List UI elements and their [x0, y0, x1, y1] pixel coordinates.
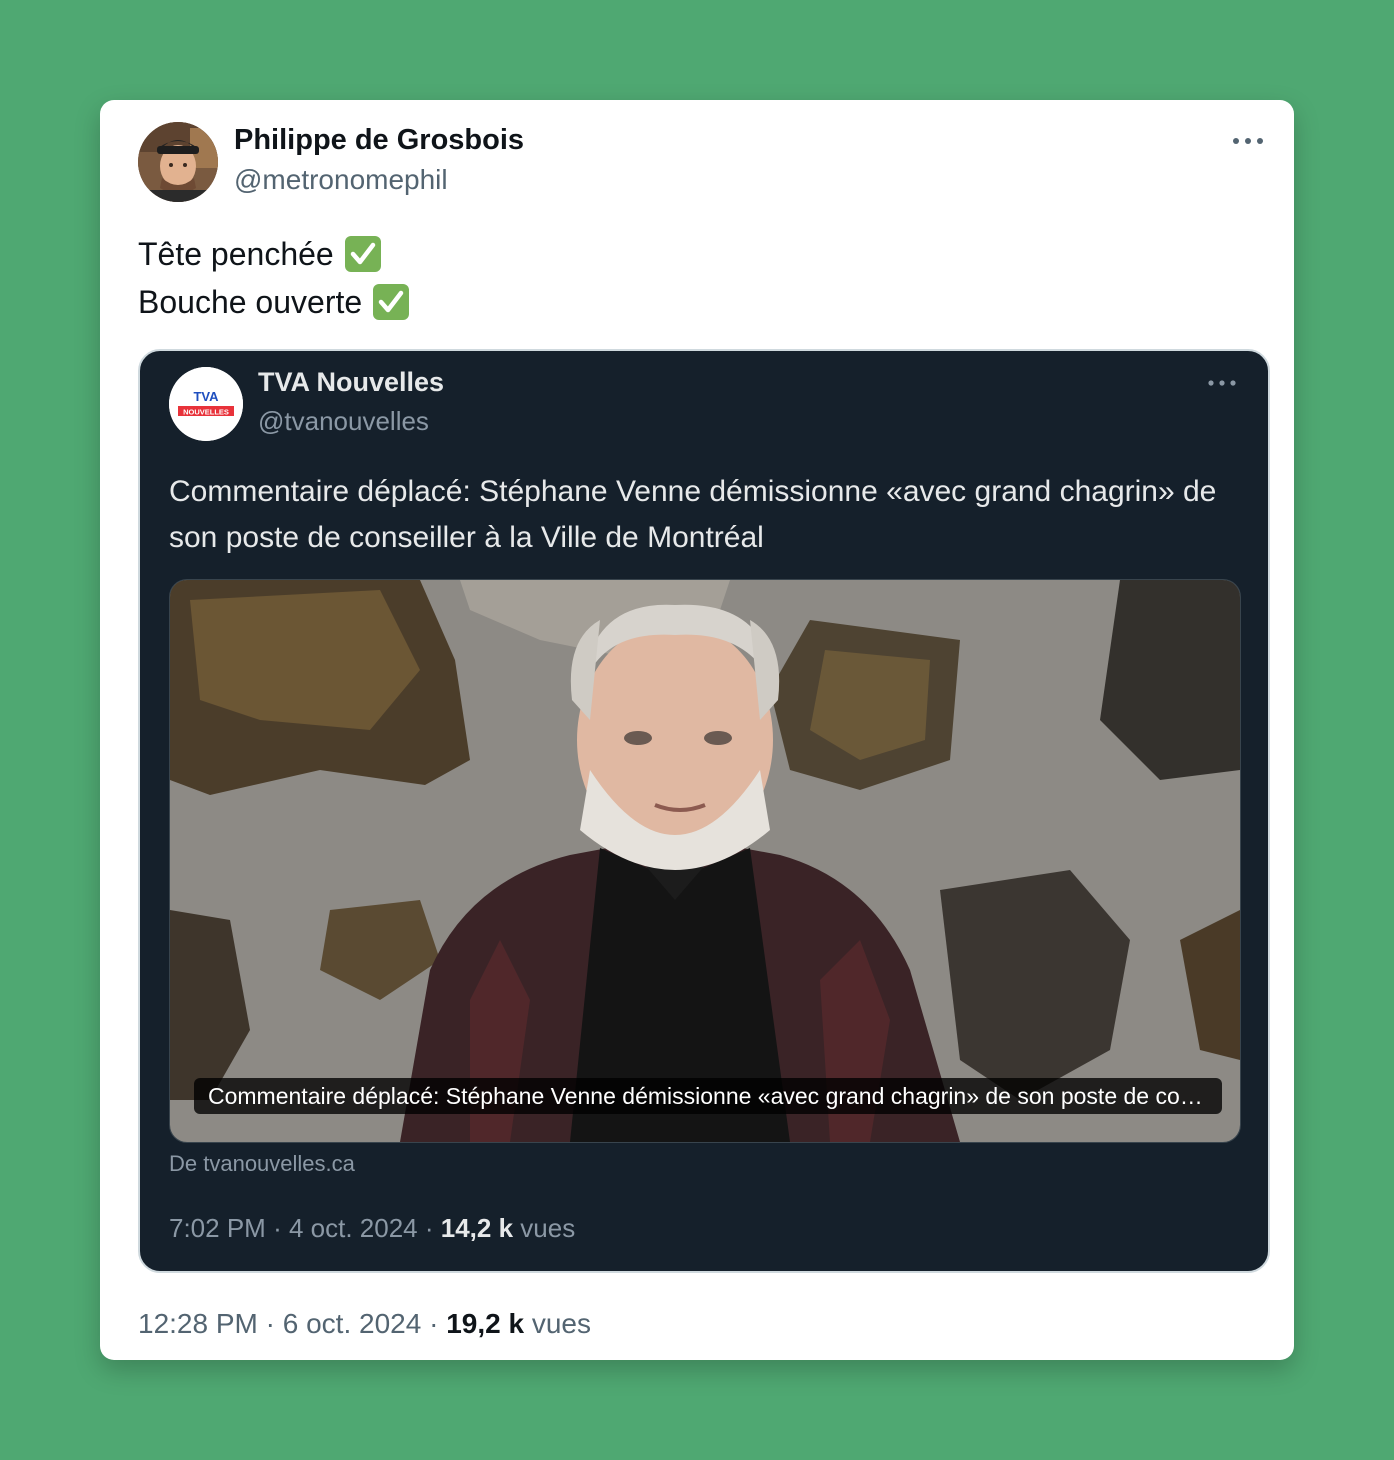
- quoted-author-name[interactable]: TVA Nouvelles: [258, 367, 444, 398]
- separator: ·: [265, 1308, 275, 1339]
- tweet-views-label: vues: [531, 1308, 591, 1339]
- quoted-headline: Commentaire déplacé: Stéphane Venne démi…: [169, 475, 1217, 554]
- more-dots-icon: [1233, 138, 1263, 144]
- tweet-views-count: 19,2 k: [446, 1308, 525, 1339]
- tweet-date[interactable]: 6 oct. 2024: [283, 1308, 422, 1339]
- author-name[interactable]: Philippe de Grosbois: [234, 124, 524, 157]
- tweet-line: Tête penchée: [138, 230, 410, 278]
- quoted-meta: 7:02 PM · 4 oct. 2024 · 14,2 k vues: [169, 1213, 575, 1244]
- tva-nouvelles-logo: TVA NOUVELLES: [169, 367, 243, 441]
- quoted-tweet[interactable]: TVA NOUVELLES TVA Nouvelles @tvanouvelle…: [138, 349, 1270, 1273]
- more-options-button[interactable]: [1228, 126, 1268, 156]
- quoted-media-card[interactable]: Commentaire déplacé: Stéphane Venne démi…: [169, 579, 1241, 1143]
- quoted-time[interactable]: 7:02 PM: [169, 1213, 266, 1243]
- quoted-date[interactable]: 4 oct. 2024: [289, 1213, 418, 1243]
- tweet-line: Bouche ouverte: [138, 278, 410, 326]
- tweet-meta: 12:28 PM · 6 oct. 2024 · 19,2 k vues: [138, 1308, 591, 1340]
- quoted-source-link[interactable]: De tvanouvelles.ca: [169, 1151, 355, 1177]
- tweet-text: Tête penchée Bouche ouverte: [138, 230, 410, 326]
- separator: ·: [429, 1308, 439, 1339]
- check-mark-emoji-icon: [344, 236, 381, 272]
- more-dots-icon: [1208, 380, 1236, 386]
- quoted-views-label: vues: [520, 1213, 576, 1243]
- tweet-time[interactable]: 12:28 PM: [138, 1308, 258, 1339]
- separator: ·: [273, 1213, 282, 1243]
- quoted-author-avatar[interactable]: TVA NOUVELLES: [169, 367, 243, 441]
- logo-text-top: TVA: [193, 389, 219, 404]
- media-caption: Commentaire déplacé: Stéphane Venne démi…: [194, 1078, 1222, 1114]
- logo-text-bottom: NOUVELLES: [183, 408, 229, 417]
- check-mark-emoji-icon: [373, 284, 410, 320]
- author-avatar[interactable]: [138, 122, 218, 202]
- quoted-more-options-button[interactable]: [1204, 371, 1240, 395]
- quoted-author-handle[interactable]: @tvanouvelles: [258, 406, 429, 437]
- tweet-card: Philippe de Grosbois @metronomephil Tête…: [100, 100, 1294, 1360]
- tweet-line-text: Bouche ouverte: [138, 284, 363, 320]
- avatar-photo: [138, 122, 218, 202]
- author-handle[interactable]: @metronomephil: [234, 164, 448, 196]
- tweet-line-text: Tête penchée: [138, 236, 334, 272]
- article-photo: [170, 580, 1240, 1142]
- separator: ·: [424, 1213, 434, 1243]
- quoted-views-count: 14,2 k: [440, 1213, 514, 1243]
